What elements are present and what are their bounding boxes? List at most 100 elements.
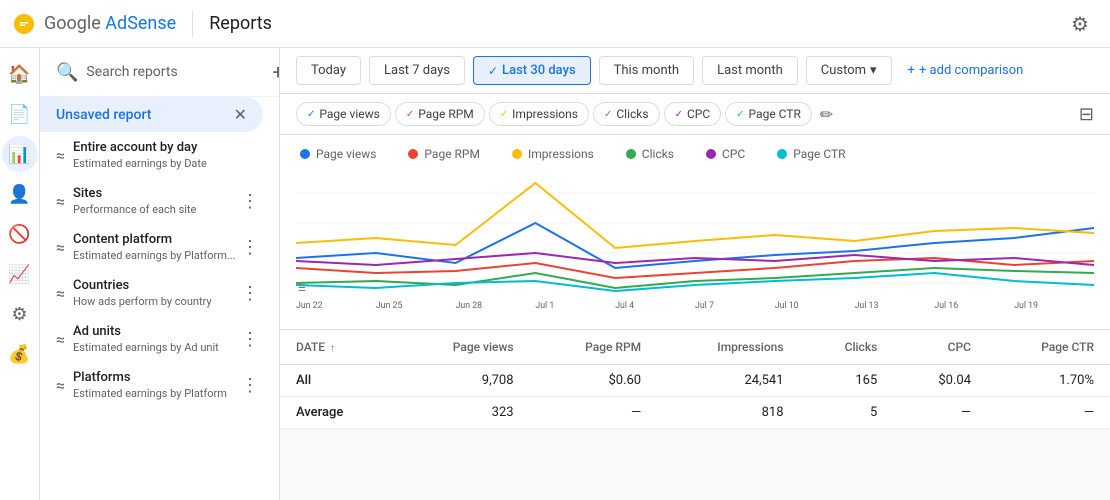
metric-tab-label-pagerpm: Page RPM bbox=[418, 107, 474, 121]
metric-tab-cpc[interactable]: ✓ CPC bbox=[664, 102, 722, 126]
col-header-date[interactable]: DATE ↑ bbox=[280, 330, 395, 365]
col-header-pagerpm[interactable]: Page RPM bbox=[530, 330, 658, 365]
metric-tab-label-cpc: CPC bbox=[687, 107, 710, 121]
date-btn-lastmonth[interactable]: Last month bbox=[702, 56, 798, 85]
legend-label-impressions: Impressions bbox=[528, 147, 594, 161]
col-header-pageviews[interactable]: Page views bbox=[395, 330, 530, 365]
metric-tab-pageviews[interactable]: ✓ Page views bbox=[296, 102, 391, 126]
sidebar-item-countries[interactable]: ≈ Countries How ads perform by country ⋮ bbox=[40, 270, 279, 316]
cell-cpc-all: $0.04 bbox=[893, 365, 987, 397]
chart-legend: Page views Page RPM Impressions Clicks C… bbox=[296, 147, 1094, 161]
main-content: Today Last 7 days ✓ Last 30 days This mo… bbox=[280, 48, 1110, 500]
cell-pagectr-avg: — bbox=[987, 397, 1110, 429]
app-logo: Google AdSense bbox=[12, 12, 176, 36]
metric-tab-label-pageviews: Page views bbox=[319, 107, 379, 121]
svg-text:Jul 4: Jul 4 bbox=[615, 301, 634, 311]
legend-cpc: CPC bbox=[706, 147, 745, 161]
nav-block-icon[interactable]: 🚫 bbox=[2, 216, 38, 252]
metric-tab-pagerpm[interactable]: ✓ Page RPM bbox=[395, 102, 485, 126]
date-filter-bar: Today Last 7 days ✓ Last 30 days This mo… bbox=[280, 48, 1110, 94]
sidebar-item-content[interactable]: ≈ Content platform Estimated earnings by… bbox=[40, 224, 279, 270]
report-icon-0: ≈ bbox=[56, 146, 65, 165]
date-btn-last30[interactable]: ✓ Last 30 days bbox=[473, 56, 591, 85]
adsense-logo-icon bbox=[12, 12, 36, 36]
date-btn-custom[interactable]: Custom ▾ bbox=[806, 56, 892, 85]
sidebar-item-sites[interactable]: ≈ Sites Performance of each site ⋮ bbox=[40, 178, 279, 224]
cell-pageviews-all: 9,708 bbox=[395, 365, 530, 397]
sidebar-item-desc-3: How ads perform by country bbox=[73, 295, 237, 308]
col-header-pagectr[interactable]: Page CTR bbox=[987, 330, 1110, 365]
cell-pageviews-avg: 323 bbox=[395, 397, 530, 429]
report-icon-5: ≈ bbox=[56, 376, 65, 395]
check-pagerpm-icon: ✓ bbox=[406, 109, 414, 120]
legend-dot-clicks bbox=[626, 149, 636, 159]
edit-metrics-icon[interactable]: ✏ bbox=[820, 105, 833, 124]
nav-reports-icon[interactable]: 📊 bbox=[2, 136, 38, 172]
nav-home-icon[interactable]: 🏠 bbox=[2, 56, 38, 92]
nav-analytics-icon[interactable]: 📈 bbox=[2, 256, 38, 292]
report-icon-4: ≈ bbox=[56, 330, 65, 349]
legend-dot-impressions bbox=[512, 149, 522, 159]
svg-text:Jul 19: Jul 19 bbox=[1014, 301, 1038, 311]
legend-dot-pagectr bbox=[777, 149, 787, 159]
legend-label-clicks: Clicks bbox=[642, 147, 674, 161]
sidebar-item-more-1[interactable]: ⋮ bbox=[237, 187, 263, 216]
sidebar: 🔍 + Unsaved report ✕ ≈ Entire account by… bbox=[40, 48, 280, 500]
nav-users-icon[interactable]: 👤 bbox=[2, 176, 38, 212]
nav-pages-icon[interactable]: 📄 bbox=[2, 96, 38, 132]
svg-text:Jun 25: Jun 25 bbox=[376, 301, 403, 311]
col-header-impressions[interactable]: Impressions bbox=[657, 330, 799, 365]
cell-clicks-all: 165 bbox=[800, 365, 894, 397]
filter-icon[interactable]: ⊟ bbox=[1079, 104, 1094, 125]
nav-money-icon[interactable]: 💰 bbox=[2, 336, 38, 372]
svg-text:Jun 22: Jun 22 bbox=[296, 301, 323, 311]
metric-tab-pagectr[interactable]: ✓ Page CTR bbox=[725, 102, 812, 126]
legend-dot-pageviews bbox=[300, 149, 310, 159]
sidebar-item-name-4: Ad units bbox=[73, 324, 237, 339]
sidebar-item-more-3[interactable]: ⋮ bbox=[237, 279, 263, 308]
legend-pagectr: Page CTR bbox=[777, 147, 845, 161]
col-header-clicks[interactable]: Clicks bbox=[800, 330, 894, 365]
check-icon: ✓ bbox=[488, 64, 498, 78]
sidebar-item-platforms[interactable]: ≈ Platforms Estimated earnings by Platfo… bbox=[40, 362, 279, 408]
sidebar-item-more-2[interactable]: ⋮ bbox=[237, 233, 263, 262]
col-header-cpc[interactable]: CPC bbox=[893, 330, 987, 365]
sidebar-item-name-2: Content platform bbox=[73, 232, 237, 247]
metric-tab-label-impressions: Impressions bbox=[512, 107, 578, 121]
check-impressions-icon: ✓ bbox=[500, 109, 508, 120]
svg-text:Jul 7: Jul 7 bbox=[695, 301, 714, 311]
page-title: Reports bbox=[209, 13, 272, 34]
check-pageviews-icon: ✓ bbox=[307, 109, 315, 120]
report-icon-1: ≈ bbox=[56, 192, 65, 211]
metric-tab-clicks[interactable]: ✓ Clicks bbox=[593, 102, 660, 126]
svg-text:Jul 1: Jul 1 bbox=[535, 301, 554, 311]
sidebar-item-adunits[interactable]: ≈ Ad units Estimated earnings by Ad unit… bbox=[40, 316, 279, 362]
active-report-item[interactable]: Unsaved report ✕ bbox=[40, 97, 263, 132]
cell-pagectr-all: 1.70% bbox=[987, 365, 1110, 397]
sidebar-item-more-5[interactable]: ⋮ bbox=[237, 371, 263, 400]
line-chart: Jun 22 Jun 25 Jun 28 Jul 1 Jul 4 Jul 7 J… bbox=[296, 173, 1094, 317]
metric-tab-impressions[interactable]: ✓ Impressions bbox=[489, 102, 589, 126]
date-btn-today[interactable]: Today bbox=[296, 56, 361, 85]
cell-impressions-all: 24,541 bbox=[657, 365, 799, 397]
nav-settings-icon[interactable]: ⚙ bbox=[2, 296, 38, 332]
add-report-icon[interactable]: + bbox=[272, 60, 280, 84]
settings-icon[interactable]: ⚙ bbox=[1062, 6, 1098, 42]
left-nav: 🏠 📄 📊 👤 🚫 📈 ⚙ 💰 bbox=[0, 48, 40, 500]
date-btn-thismonth[interactable]: This month bbox=[599, 56, 694, 85]
sidebar-item-more-4[interactable]: ⋮ bbox=[237, 325, 263, 354]
metric-tab-label-pagectr: Page CTR bbox=[749, 107, 801, 121]
close-report-icon[interactable]: ✕ bbox=[234, 105, 247, 124]
app-name-label: Google AdSense bbox=[44, 13, 176, 34]
svg-text:Jul 10: Jul 10 bbox=[775, 301, 799, 311]
date-btn-last7[interactable]: Last 7 days bbox=[369, 56, 465, 85]
add-comparison-button[interactable]: + + add comparison bbox=[908, 63, 1024, 78]
cell-cpc-avg: — bbox=[893, 397, 987, 429]
cell-impressions-avg: 818 bbox=[657, 397, 799, 429]
sidebar-item-entire-account[interactable]: ≈ Entire account by day Estimated earnin… bbox=[40, 132, 279, 178]
sidebar-search-bar: 🔍 + bbox=[40, 48, 279, 97]
svg-text:☰: ☰ bbox=[298, 284, 306, 294]
svg-text:Jun 28: Jun 28 bbox=[456, 301, 483, 311]
search-input[interactable] bbox=[86, 64, 264, 80]
search-icon: 🔍 bbox=[56, 62, 78, 83]
